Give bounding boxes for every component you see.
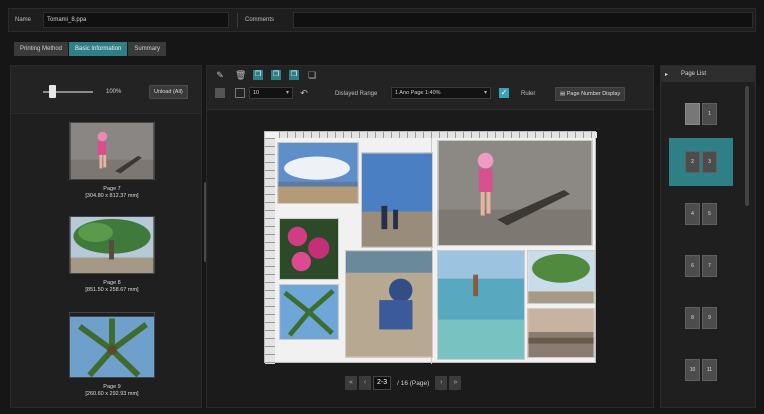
page-list-item[interactable]: 8 9 [669, 294, 733, 342]
canvas-area: « ‹ 2-3 / 16 (Page) › » [207, 111, 653, 407]
vertical-ruler [265, 138, 275, 364]
page-cell-left: 6 [685, 255, 700, 277]
thumbnail-list: Page 7 [304.80 x 812.37 mm] Page 8 [851.… [19, 118, 195, 408]
font-size-select[interactable]: 10 ▾ [249, 87, 293, 99]
thumbnail-page-8[interactable]: Page 8 [851.50 x 258.67 mm] [69, 216, 155, 293]
divider [237, 13, 238, 28]
page-list-item[interactable]: 6 7 [669, 242, 733, 290]
prev-page-button[interactable]: ‹ [359, 376, 371, 390]
frame-icon[interactable] [235, 88, 245, 98]
page-cell-left: 8 [685, 307, 700, 329]
comments-label: Comments [245, 17, 275, 23]
photo-tree-beach[interactable] [527, 250, 595, 304]
page-cell-left: 2 [685, 151, 700, 173]
page-total: / 16 (Page) [397, 379, 430, 387]
page-cell-right: 5 [702, 203, 717, 225]
page-list-item[interactable]: 1 [669, 90, 733, 138]
current-page-field[interactable]: 2-3 [373, 376, 392, 390]
photo-shallow-water[interactable] [437, 250, 525, 360]
page-navigator: « ‹ 2-3 / 16 (Page) › » [345, 375, 462, 391]
thumbnail-caption: Page 7 [103, 186, 121, 192]
page-cell-right: 11 [702, 359, 717, 381]
display-range-select[interactable]: 1 Ano Page 1:40% ▾ [391, 87, 491, 99]
name-label: Name [15, 17, 32, 23]
page-number-display-button[interactable]: ▤ Page Number Display [555, 87, 626, 101]
tab-bar: Printing Method Basic Information Summar… [14, 42, 167, 56]
page-cell-left: 4 [685, 203, 700, 225]
chevron-down-icon: ▾ [483, 90, 487, 96]
page-cell-left: 10 [685, 359, 700, 381]
duplicate-icon[interactable]: ❐ [289, 70, 299, 80]
ruler-checkbox[interactable]: ✓ [499, 88, 509, 98]
page-cell-right: 3 [702, 151, 717, 173]
photo-girl-beach[interactable] [437, 140, 593, 246]
display-range-label: Dislayed Range [335, 91, 378, 97]
page-list-header: ▸ Page List [661, 66, 755, 82]
photo-family-walk[interactable] [361, 152, 433, 248]
editor-toolbar: ✎ 🗑 ❐ ❐ ❐ ❏ 10 ▾ ↶ Dislayed Range 1 Ano P… [207, 66, 653, 110]
page-cell-right: 1 [702, 103, 717, 125]
thumbnail-controls: 100% Unload (All) [11, 66, 201, 114]
thumbnail-page-7[interactable]: Page 7 [304.80 x 812.37 mm] [69, 122, 155, 199]
tab-basic-information[interactable]: Basic Information [69, 42, 128, 56]
photo-flowers[interactable] [279, 218, 339, 280]
font-size-value: 10 [253, 90, 260, 96]
photo-palm[interactable] [279, 284, 339, 340]
thumbnail-size: [851.50 x 258.67 mm] [85, 287, 139, 293]
name-field[interactable]: Tomami_8.ppa [43, 12, 229, 28]
first-page-button[interactable]: « [345, 376, 357, 390]
copy-icon[interactable]: ❐ [253, 70, 263, 80]
last-page-button[interactable]: » [449, 376, 462, 390]
page-list-item-selected[interactable]: 2 3 [669, 138, 733, 186]
photo-sky-beach[interactable] [277, 142, 359, 204]
color-swatch-icon[interactable] [215, 88, 225, 98]
page-cell-right: 7 [702, 255, 717, 277]
thumbnail-image [69, 216, 155, 274]
thumbnail-image [69, 122, 155, 180]
file-info-bar: Name Tomami_8.ppa Comments [8, 8, 756, 32]
page-list-item[interactable]: 4 5 [669, 190, 733, 238]
page-list-item[interactable]: 10 11 [669, 346, 733, 394]
page-number-display-label: Page Number Display [566, 91, 621, 97]
display-icon: ▤ [560, 91, 567, 97]
zoom-percent: 100% [106, 89, 122, 95]
layers-icon[interactable]: ❏ [307, 70, 317, 80]
page-cell-left [685, 103, 700, 125]
chevron-down-icon: ▾ [285, 90, 289, 96]
editor-panel: ✎ 🗑 ❐ ❐ ❐ ❏ 10 ▾ ↶ Dislayed Range 1 Ano P… [206, 65, 654, 408]
thumbnail-image [69, 312, 155, 382]
horizontal-ruler [279, 132, 597, 138]
thumbnail-caption: Page 9 [103, 384, 121, 390]
thumbnail-size: [260.60 x 292.93 mm] [85, 391, 139, 397]
paste-icon[interactable]: ❐ [271, 70, 281, 80]
zoom-slider-handle[interactable] [49, 85, 56, 98]
album-spread[interactable] [264, 131, 597, 364]
thumbnail-page-9[interactable]: Page 9 [260.60 x 292.93 mm] [69, 312, 155, 397]
tab-summary[interactable]: Summary [128, 42, 167, 56]
page-cell-right: 9 [702, 307, 717, 329]
page-list-title: Page List [681, 71, 707, 77]
photo-child-sand[interactable] [345, 250, 433, 358]
comments-field[interactable] [293, 12, 753, 28]
thumbnail-panel: 100% Unload (All) Page 7 [304.80 x 812.3… [10, 65, 208, 408]
next-page-button[interactable]: › [435, 376, 448, 390]
page-list-panel: ▸ Page List 1 2 3 4 5 6 7 8 9 10 11 [660, 65, 756, 408]
trash-icon[interactable]: 🗑 [235, 70, 246, 80]
tab-printing-method[interactable]: Printing Method [14, 42, 69, 56]
photo-sunset[interactable] [527, 308, 595, 358]
ruler-label: Ruler [521, 91, 536, 97]
thumbnail-caption: Page 8 [103, 280, 121, 286]
page-list-scrollbar[interactable] [745, 86, 749, 206]
pencil-icon[interactable]: ✎ [215, 70, 225, 80]
undo-icon[interactable]: ↶ [299, 88, 309, 98]
display-range-value: 1 Ano Page 1:40% [395, 90, 441, 96]
unload-all-button[interactable]: Unload (All) [149, 85, 188, 99]
collapse-icon[interactable]: ▸ [665, 71, 668, 78]
thumbnail-size: [304.80 x 812.37 mm] [85, 193, 139, 199]
